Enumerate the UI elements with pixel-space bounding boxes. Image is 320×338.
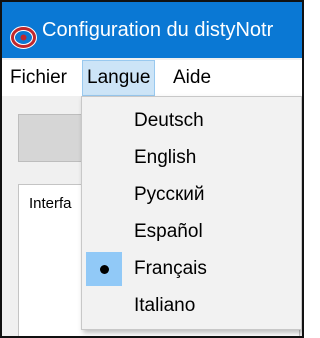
menu-item-italian[interactable]: Italiano — [82, 288, 301, 324]
menu-item-english[interactable]: English — [82, 140, 301, 176]
menu-langue[interactable]: Langue — [82, 60, 156, 96]
menu-fichier[interactable]: Fichier — [6, 60, 71, 96]
menu-item-label: Русский — [134, 184, 205, 205]
menu-bar: Fichier Langue Aide — [2, 60, 302, 96]
app-logo-icon — [10, 17, 37, 49]
menu-item-deutsch[interactable]: Deutsch — [82, 103, 301, 139]
menu-item-label: Français — [134, 258, 207, 279]
title-bar[interactable]: Configuration du distyNotr — [2, 2, 302, 58]
menu-item-label: English — [134, 147, 197, 168]
menu-item-label: Deutsch — [134, 110, 204, 131]
language-dropdown-menu: Deutsch English Русский Español Français… — [81, 96, 302, 330]
selected-indicator — [86, 252, 122, 286]
tab-interface[interactable]: Interfa — [29, 195, 72, 212]
menu-item-label: Español — [134, 221, 203, 242]
menu-item-spanish[interactable]: Español — [82, 214, 301, 250]
app-window: Configuration du distyNotr Fichier Langu… — [0, 0, 304, 338]
window-title: Configuration du distyNotr — [42, 19, 274, 41]
menu-item-russian[interactable]: Русский — [82, 177, 301, 213]
menu-aide[interactable]: Aide — [169, 60, 215, 96]
menu-item-french[interactable]: Français — [82, 251, 301, 287]
radio-bullet-icon — [100, 265, 109, 274]
menu-item-label: Italiano — [134, 295, 196, 316]
